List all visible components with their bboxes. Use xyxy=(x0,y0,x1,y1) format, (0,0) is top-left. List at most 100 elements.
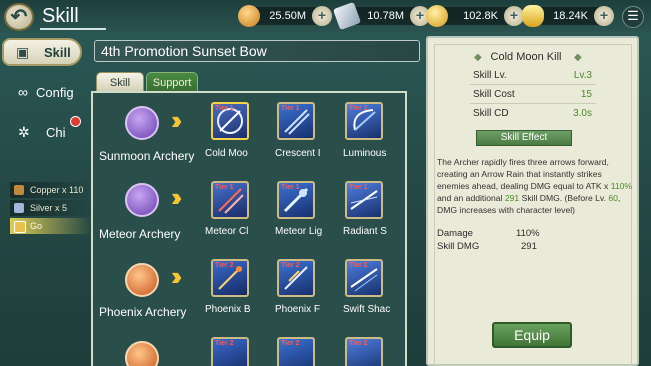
tab-skill[interactable]: Skill xyxy=(96,72,144,92)
tier-label: Tier 1 xyxy=(349,184,368,191)
chevron-right-icon: ›› xyxy=(171,261,183,291)
stat-skill-lv-label: Skill Lv. xyxy=(473,70,507,81)
summary-skill-dmg-label: Skill DMG xyxy=(437,241,480,252)
copper-material-icon xyxy=(14,185,24,195)
link-chain-icon: ∞ xyxy=(18,84,28,100)
summary-damage-label: Damage xyxy=(437,228,473,239)
list-menu-icon[interactable]: ☰ xyxy=(622,6,644,28)
stat-skill-lv-value: Lv.3 xyxy=(573,70,592,81)
gold-ingot-icon xyxy=(522,5,544,27)
tier-label: Tier 2 xyxy=(215,262,234,269)
summary-damage-value: 110% xyxy=(516,228,540,239)
skill-phoenix-f[interactable]: Tier 2 xyxy=(277,259,315,297)
currency-winged-coin-value: 102.8K xyxy=(463,10,498,22)
nav-tab-config-label: Config xyxy=(36,85,74,100)
skill-row4-3[interactable]: Tier 2 xyxy=(345,337,383,366)
skill-name-header: Cold Moon Kill xyxy=(481,47,571,67)
divider xyxy=(470,84,596,85)
nav-tab-skill-label: Skill xyxy=(44,45,71,60)
currency-silver: 10.78M + xyxy=(332,1,430,31)
add-gold-button[interactable]: + xyxy=(312,6,332,26)
skill-swift-shadow[interactable]: Tier 2 xyxy=(345,259,383,297)
effect-text: Skill DMG. (Before Lv. xyxy=(519,193,609,203)
skill-meteor-cl[interactable]: Tier 1 xyxy=(211,181,249,219)
equip-button[interactable]: Equip xyxy=(492,322,572,348)
tab-support[interactable]: Support xyxy=(146,72,198,92)
chevron-right-icon: ›› xyxy=(171,182,183,212)
effect-highlight: 110% xyxy=(610,181,633,191)
effect-text: and an additional xyxy=(437,193,505,203)
skill-name: Luminous xyxy=(343,148,387,159)
swirl-icon: ✲ xyxy=(18,124,30,140)
skill-meteor-lig[interactable]: Tier 1 xyxy=(277,181,315,219)
title-underline xyxy=(40,28,106,30)
tier-label: Tier 2 xyxy=(349,262,368,269)
material-silver-label: Silver x 5 xyxy=(30,203,68,213)
phoenix-archery-badge-icon xyxy=(125,263,159,297)
tier-label: Tier 2 xyxy=(281,262,300,269)
material-gold-label: Go xyxy=(30,221,43,231)
currency-winged-coin: 102.8K + xyxy=(426,5,524,27)
row4-badge-icon xyxy=(125,341,159,366)
skill-name: Meteor Cl xyxy=(205,226,249,237)
skill-luminous[interactable]: Tier 1 xyxy=(345,102,383,140)
material-silver: Silver x 5 xyxy=(10,200,92,216)
promotion-title: 4th Promotion Sunset Bow xyxy=(101,43,267,59)
gold-material-icon xyxy=(14,221,26,233)
divider xyxy=(470,103,596,104)
skill-name: Meteor Lig xyxy=(275,226,323,237)
skill-name: Crescent I xyxy=(275,148,321,159)
skill-detail-name: Cold Moon Kill xyxy=(490,51,562,63)
effect-highlight: 60 xyxy=(608,193,618,203)
stat-skill-cd-label: Skill CD xyxy=(473,108,509,119)
stat-skill-cost-value: 15 xyxy=(580,89,592,100)
skill-row4-2[interactable]: Tier 2 xyxy=(277,337,315,366)
skill-name: Swift Shac xyxy=(343,304,391,315)
add-ingot-button[interactable]: + xyxy=(594,6,614,26)
nav-tab-config[interactable]: ∞ Config xyxy=(4,80,82,108)
row-meteor-archery-name: Meteor Archery xyxy=(99,227,181,241)
meteor-archery-badge-icon xyxy=(125,183,159,217)
tier-label: Tier 2 xyxy=(349,340,368,347)
page-title: Skill xyxy=(42,5,79,27)
material-copper: Copper x 110 xyxy=(10,182,92,198)
skill-name: Phoenix F xyxy=(275,304,321,315)
skill-crescent[interactable]: Tier 1 xyxy=(277,102,315,140)
skill-effect-description: The Archer rapidly fires three arrows fo… xyxy=(437,156,633,216)
skill-phoenix-b[interactable]: Tier 2 xyxy=(211,259,249,297)
effect-text: The Archer rapidly fires three arrows fo… xyxy=(437,157,611,191)
skill-cold-moon-kill[interactable]: Tier 1 xyxy=(211,102,249,140)
winged-coin-icon xyxy=(426,5,448,27)
tier-label: Tier 1 xyxy=(215,184,234,191)
skill-name: Cold Moo xyxy=(205,148,248,159)
ornament-left-icon: ◆ xyxy=(474,52,482,63)
promotion-title-bar: 4th Promotion Sunset Bow xyxy=(94,40,420,62)
currency-silver-value: 10.78M xyxy=(367,10,404,22)
tier-label: Tier 1 xyxy=(281,184,300,191)
sunmoon-archery-badge-icon xyxy=(125,106,159,140)
tier-label: Tier 2 xyxy=(215,340,234,347)
nav-tab-skill[interactable]: ▣ Skill xyxy=(2,38,82,66)
curved-back-arrow-icon[interactable]: ↶ xyxy=(4,3,34,31)
tier-label: Tier 1 xyxy=(281,105,300,112)
cards-icon: ▣ xyxy=(16,44,30,60)
chevron-right-icon: ›› xyxy=(171,105,183,135)
currency-ingot-value: 18.24K xyxy=(553,10,588,22)
gold-coin-icon xyxy=(238,5,260,27)
currency-ingot: 18.24K + xyxy=(522,5,614,27)
add-winged-coin-button[interactable]: + xyxy=(504,6,524,26)
summary-skill-dmg-value: 291 xyxy=(521,241,537,252)
skill-name: Phoenix B xyxy=(205,304,251,315)
skill-radiant[interactable]: Tier 1 xyxy=(345,181,383,219)
tier-label: Tier 2 xyxy=(281,340,300,347)
row-sunmoon-archery-name: Sunmoon Archery xyxy=(99,149,195,163)
material-copper-label: Copper x 110 xyxy=(30,185,84,195)
silver-material-icon xyxy=(14,203,24,213)
skill-row4-1[interactable]: Tier 2 xyxy=(211,337,249,366)
stat-skill-cost-label: Skill Cost xyxy=(473,89,515,100)
nav-tab-chi-label: Chi xyxy=(46,125,66,140)
stat-skill-cd-value: 3.0s xyxy=(573,108,592,119)
nav-tab-chi[interactable]: ✲ Chi xyxy=(4,116,82,148)
currency-gold-value: 25.50M xyxy=(269,10,306,22)
tier-label: Tier 1 xyxy=(215,105,234,112)
